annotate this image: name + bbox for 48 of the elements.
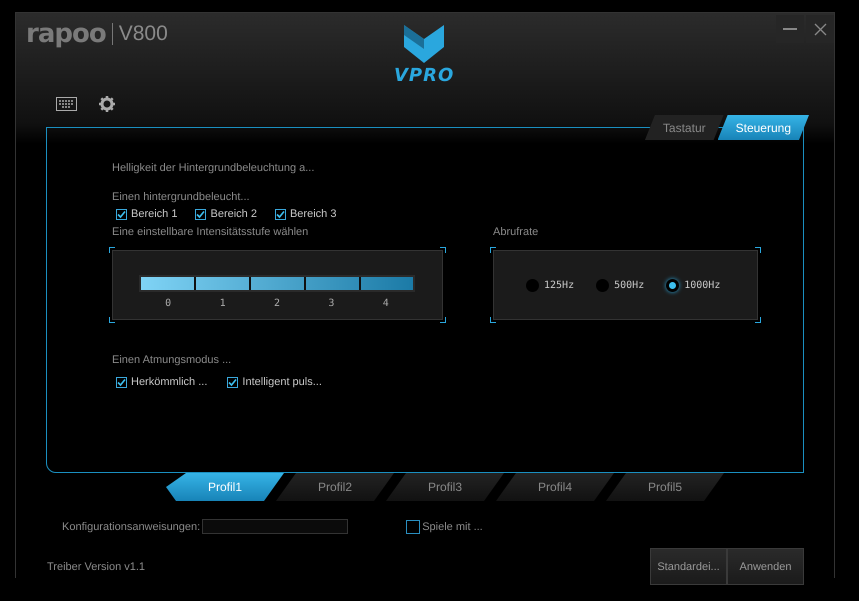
brand-logo: VPRO — [394, 65, 454, 86]
action-button[interactable]: Standardei... — [650, 548, 727, 585]
radio-label: 125Hz — [544, 280, 574, 290]
input-field[interactable] — [202, 519, 348, 534]
checkbox[interactable] — [406, 520, 420, 534]
profile-tab[interactable]: Profil2 — [276, 473, 394, 501]
checkbox-label: Intelligent puls... — [242, 376, 322, 388]
checkbox[interactable] — [116, 376, 127, 388]
action-button[interactable]: Anwenden — [727, 548, 804, 585]
tick-label: 3 — [328, 298, 334, 309]
profile-tab[interactable]: Profil5 — [606, 473, 724, 501]
mode-tab[interactable]: Steuerung — [718, 115, 809, 140]
section-label: Einen Atmungsmodus ... — [112, 354, 232, 366]
chevron-logo-icon — [404, 25, 444, 63]
brand-logo: rapoo — [26, 19, 106, 49]
radio-button[interactable] — [526, 278, 539, 292]
tick-label: 0 — [165, 298, 172, 309]
checkbox-label: Spiele mit ... — [422, 520, 483, 532]
tick-label: 2 — [274, 298, 280, 309]
version-text: Treiber Version v1.1 — [47, 561, 146, 575]
profile-tab[interactable]: Profil3 — [386, 473, 504, 501]
profile-tab[interactable]: Profil1 — [166, 473, 284, 501]
checkbox[interactable] — [227, 376, 238, 388]
section-label: Eine einstellbare Intensitätsstufe wählen — [112, 226, 310, 238]
radio-button[interactable] — [666, 278, 680, 292]
checkbox-label: Bereich 2 — [210, 208, 257, 220]
radio-label: 1000Hz — [684, 280, 720, 290]
section-label: Abrufrate — [493, 226, 540, 238]
radio-label: 500Hz — [614, 280, 644, 290]
mode-tab[interactable]: Tastatur — [644, 115, 724, 140]
radio-button[interactable] — [596, 278, 610, 292]
checkbox-label: Herkömmlich ... — [131, 376, 208, 388]
checkbox[interactable] — [195, 208, 206, 220]
field-label: Konfigurationsanweisungen: — [62, 520, 200, 532]
minimize-icon — [783, 28, 797, 30]
tick-label: 1 — [220, 298, 226, 309]
keyboard-icon[interactable] — [56, 97, 77, 111]
close-icon — [814, 22, 826, 36]
checkbox-label: Bereich 3 — [290, 208, 336, 220]
section-title: Helligkeit der Hintergrundbeleuchtung a... — [112, 162, 316, 174]
model-name: V800 — [118, 22, 168, 46]
checkbox[interactable] — [274, 208, 286, 220]
settings-icon[interactable] — [99, 96, 115, 112]
tick-label: 4 — [382, 298, 389, 309]
section-label: Einen hintergrundbeleucht... — [112, 191, 251, 203]
checkbox-label: Bereich 1 — [131, 208, 178, 220]
profile-tab[interactable]: Profil4 — [496, 473, 614, 501]
checkbox[interactable] — [116, 208, 127, 220]
